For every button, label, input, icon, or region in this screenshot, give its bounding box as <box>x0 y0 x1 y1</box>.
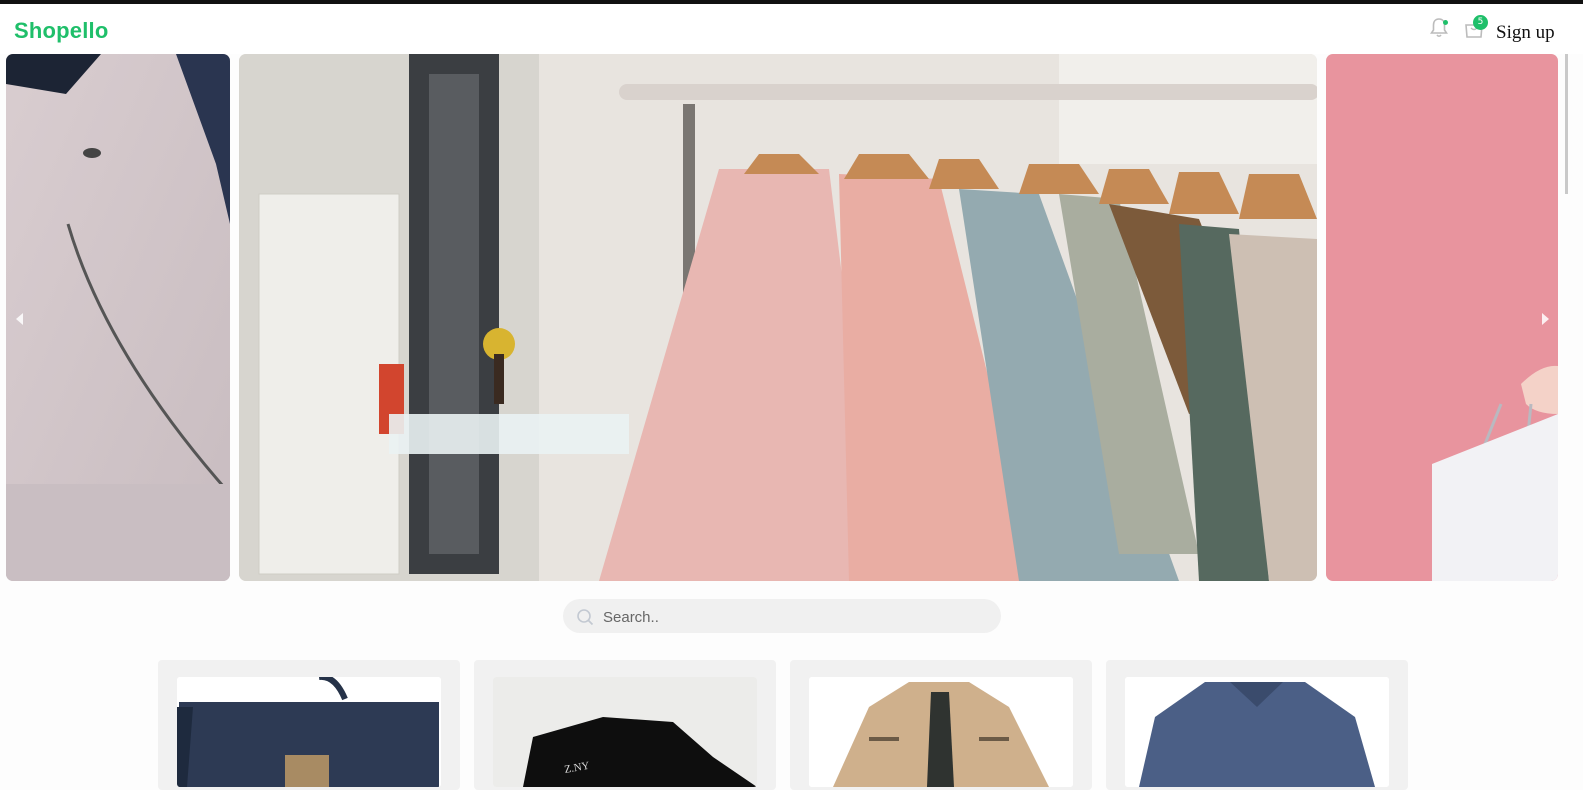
hero-carousel <box>0 54 1583 581</box>
search-bar <box>563 599 1001 635</box>
search-input[interactable] <box>601 599 995 635</box>
chevron-left-icon[interactable] <box>13 311 25 327</box>
logo[interactable]: Shopello <box>14 18 109 44</box>
signup-link[interactable]: Sign up <box>1496 22 1555 44</box>
product-card-backpack[interactable] <box>158 660 460 790</box>
carousel-slide-shopping-bag[interactable] <box>1326 54 1558 581</box>
notification-dot <box>1443 20 1448 25</box>
product-image-sweater <box>1125 677 1389 787</box>
product-image-backpack <box>177 677 441 787</box>
product-image-tshirt: Z.NY <box>493 677 757 787</box>
product-card-sweater[interactable] <box>1106 660 1408 790</box>
product-card-tshirt[interactable]: Z.NY <box>474 660 776 790</box>
carousel-slide-coat[interactable] <box>6 54 230 581</box>
product-image-jacket <box>809 677 1073 787</box>
scrollbar-thumb[interactable] <box>1565 54 1568 194</box>
cart-count-badge: 5 <box>1473 15 1488 30</box>
chevron-right-icon[interactable] <box>1540 311 1552 327</box>
product-card-jacket[interactable] <box>790 660 1092 790</box>
header: Shopello <box>0 4 1583 54</box>
search-icon <box>577 609 594 626</box>
carousel-slide-clothing-rack[interactable] <box>239 54 1317 581</box>
